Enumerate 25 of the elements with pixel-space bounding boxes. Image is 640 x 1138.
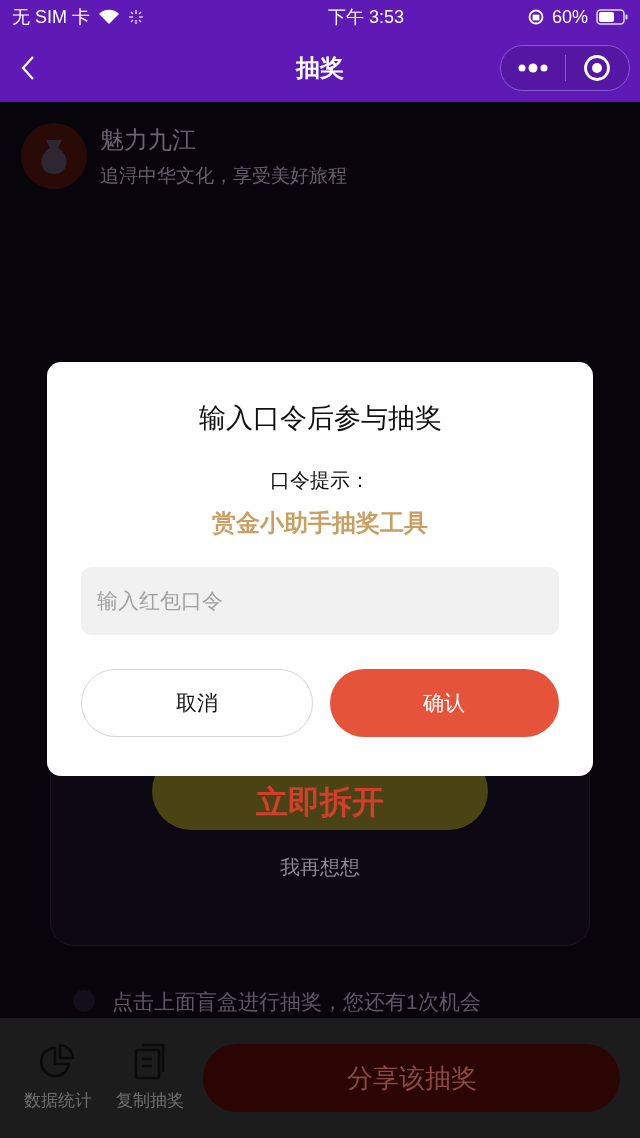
carrier-text: 无 SIM 卡: [12, 5, 90, 29]
more-icon: [516, 63, 549, 73]
reconsider-link[interactable]: 我再想想: [280, 851, 360, 882]
hint-label: 口令提示：: [270, 467, 370, 493]
wifi-icon: [98, 9, 120, 25]
password-input[interactable]: 输入红包口令: [81, 566, 559, 635]
page-title: 抽奖: [296, 53, 344, 83]
rotation-lock-icon: [527, 9, 544, 25]
brand-subtitle: 追浔中华文化，享受美好旅程: [100, 164, 347, 188]
copy-button[interactable]: 复制抽奖: [111, 1042, 188, 1114]
confirm-button[interactable]: 确认: [329, 668, 559, 737]
brand-title: 魅力九江: [100, 125, 197, 155]
hint-value: 赏金小助手抽奖工具: [212, 507, 428, 538]
share-button[interactable]: 分享该抽奖: [203, 1044, 620, 1112]
cancel-button[interactable]: 取消: [81, 668, 313, 737]
money-bag-icon: [20, 122, 88, 191]
battery-percent: 60%: [551, 5, 588, 29]
statistics-button[interactable]: 数据统计: [20, 1042, 96, 1114]
chance-hint: 点击上面盲盒进行抽奖，您还有1次机会: [112, 988, 481, 1015]
battery-icon: [596, 9, 628, 25]
clock-text: 下午 3:53: [327, 5, 404, 29]
loading-icon: [128, 9, 144, 25]
back-icon: [20, 55, 36, 81]
dialog-title: 输入口令后参与抽奖: [198, 402, 442, 435]
target-icon: [583, 54, 612, 82]
